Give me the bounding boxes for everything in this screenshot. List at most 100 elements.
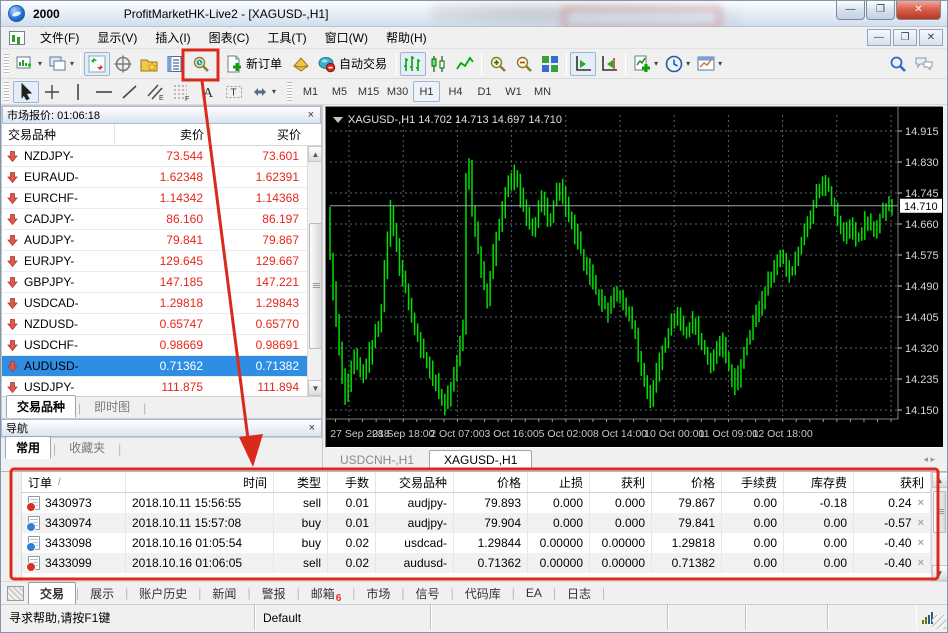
- order-row[interactable]: 3430974 2018.10.11 15:57:08 buy 0.01 audjpy-…: [22, 513, 931, 533]
- close-order-icon[interactable]: ×: [918, 497, 924, 509]
- column-bid[interactable]: 卖价: [115, 124, 211, 145]
- crosshair-button[interactable]: [39, 81, 65, 103]
- period-d1-button[interactable]: D1: [471, 81, 498, 102]
- chart-area[interactable]: 14.915 14.830 14.745 14.660 14.575 14.490 14.4…: [325, 106, 943, 448]
- search-button[interactable]: [885, 52, 911, 76]
- order-row[interactable]: 3433098 2018.10.16 01:05:54 buy 0.02 usdcad-…: [22, 533, 931, 553]
- orders-column-header[interactable]: 库存费: [784, 472, 854, 492]
- toolbar-gripper[interactable]: [4, 81, 9, 102]
- market-watch-row[interactable]: NZDJPY- 73.544 73.601: [2, 146, 307, 167]
- orders-column-header[interactable]: 手续费: [722, 472, 784, 492]
- market-watch-row[interactable]: GBPJPY- 147.185 147.221: [2, 272, 307, 293]
- market-watch-tab[interactable]: 交易品种: [6, 395, 77, 418]
- terminal-tab-EA[interactable]: EA: [515, 584, 553, 602]
- new-chart-button[interactable]: ▾: [13, 52, 45, 76]
- orders-column-header[interactable]: 价格: [652, 472, 722, 492]
- cursor-button[interactable]: [13, 80, 39, 103]
- close-order-icon[interactable]: ×: [918, 557, 924, 569]
- chevron-down-icon[interactable]: ▾: [38, 59, 42, 68]
- chart-bars-button[interactable]: [400, 51, 427, 76]
- tile-windows-button[interactable]: [537, 52, 563, 76]
- orders-column-header[interactable]: 价格: [454, 472, 528, 492]
- menu-item[interactable]: 帮助(H): [377, 26, 436, 49]
- chevron-down-icon[interactable]: ▾: [718, 59, 722, 68]
- templates-button[interactable]: ▾: [693, 52, 725, 76]
- orders-column-header[interactable]: 手数: [328, 472, 376, 492]
- terminal-tab-交易[interactable]: 交易: [28, 581, 77, 605]
- close-icon[interactable]: ×: [307, 421, 317, 435]
- navigator-tab[interactable]: 收藏夹: [58, 436, 116, 459]
- data-window-button[interactable]: [110, 52, 136, 76]
- periods-button[interactable]: ▾: [661, 52, 693, 76]
- orders-column-header[interactable]: 获利: [854, 472, 931, 492]
- order-row[interactable]: 3433099 2018.10.16 01:06:05 sell 0.02 audusd…: [22, 553, 931, 573]
- menu-item[interactable]: 窗口(W): [316, 26, 377, 49]
- terminal-tab-新闻[interactable]: 新闻: [201, 583, 247, 604]
- market-watch-row[interactable]: EURJPY- 129.645 129.667: [2, 251, 307, 272]
- close-order-icon[interactable]: ×: [918, 537, 924, 549]
- scroll-down-icon[interactable]: ▼: [307, 380, 321, 396]
- order-row[interactable]: 3430973 2018.10.11 15:56:55 sell 0.01 audjpy…: [22, 493, 931, 513]
- menu-item[interactable]: 图表(C): [200, 26, 259, 49]
- market-watch-row[interactable]: CADJPY- 86.160 86.197: [2, 209, 307, 230]
- chart-tab[interactable]: USDCNH-,H1: [325, 450, 429, 470]
- scroll-thumb[interactable]: [308, 223, 321, 350]
- market-watch-row[interactable]: AUDJPY- 79.841 79.867: [2, 230, 307, 251]
- market-watch-row[interactable]: EURAUD- 1.62348 1.62391: [2, 167, 307, 188]
- terminal-tab-市场[interactable]: 市场: [355, 583, 401, 604]
- chevron-down-icon[interactable]: ▾: [654, 59, 658, 68]
- close-order-icon[interactable]: ×: [918, 517, 924, 529]
- vline-button[interactable]: [65, 81, 91, 103]
- fibonacci-button[interactable]: F: [169, 81, 195, 103]
- orders-column-header[interactable]: 订单 /: [22, 472, 126, 492]
- chevron-down-icon[interactable]: ▾: [686, 59, 690, 68]
- period-w1-button[interactable]: W1: [500, 81, 527, 102]
- chat-button[interactable]: [911, 52, 937, 76]
- terminal-tab-展示[interactable]: 展示: [79, 583, 125, 604]
- metaeditor-button[interactable]: [288, 52, 314, 76]
- child-close-button[interactable]: ✕: [919, 29, 943, 46]
- orders-column-header[interactable]: 时间: [126, 472, 274, 492]
- strategy-tester-button[interactable]: [188, 52, 214, 76]
- orders-column-header[interactable]: 获利: [590, 472, 652, 492]
- child-minimize-button[interactable]: —: [867, 29, 891, 46]
- period-m30-button[interactable]: M30: [384, 81, 411, 102]
- autotrading-button[interactable]: 自动交易: [314, 52, 393, 76]
- hline-button[interactable]: [91, 81, 117, 103]
- close-icon[interactable]: ×: [306, 108, 316, 122]
- terminal-scrollbar[interactable]: ▲ ▼: [931, 472, 947, 581]
- new-order-button[interactable]: 新订单: [221, 52, 288, 76]
- label-button[interactable]: T: [221, 81, 247, 103]
- chart-line-button[interactable]: [452, 52, 478, 76]
- navigator-tab[interactable]: 常用: [5, 436, 52, 459]
- terminal-tab-代码库[interactable]: 代码库: [454, 583, 512, 604]
- market-watch-row[interactable]: EURCHF- 1.14342 1.14368: [2, 188, 307, 209]
- chevron-down-icon[interactable]: ▾: [272, 87, 276, 96]
- zoom-out-button[interactable]: [511, 52, 537, 76]
- market-watch-row[interactable]: AUDUSD- 0.71362 0.71382: [2, 356, 307, 377]
- column-symbol[interactable]: 交易品种: [2, 124, 115, 145]
- profiles-button[interactable]: ▾: [45, 52, 77, 76]
- price-chart[interactable]: 14.915 14.830 14.745 14.660 14.575 14.490 14.4…: [326, 107, 943, 447]
- period-m15-button[interactable]: M15: [355, 81, 382, 102]
- period-mn-button[interactable]: MN: [529, 81, 556, 102]
- period-m1-button[interactable]: M1: [297, 81, 324, 102]
- market-watch-row[interactable]: NZDUSD- 0.65747 0.65770: [2, 314, 307, 335]
- resize-grip[interactable]: [932, 615, 946, 629]
- scroll-down-icon[interactable]: ▼: [931, 565, 947, 581]
- minimize-button[interactable]: —: [836, 1, 865, 20]
- scroll-up-icon[interactable]: ▲: [931, 472, 947, 488]
- menu-item[interactable]: 文件(F): [31, 26, 88, 49]
- terminal-dock-icon[interactable]: [7, 585, 24, 601]
- text-button[interactable]: A: [195, 81, 221, 103]
- toolbar-gripper[interactable]: [4, 53, 9, 74]
- toolbar-gripper[interactable]: [287, 81, 293, 102]
- close-button[interactable]: ✕: [896, 1, 941, 20]
- navigator-header[interactable]: 导航 ×: [1, 419, 322, 437]
- market-watch-row[interactable]: USDCHF- 0.98669 0.98691: [2, 335, 307, 356]
- orders-column-header[interactable]: 类型: [274, 472, 328, 492]
- market-watch-header[interactable]: 市场报价: 01:06:18 ×: [2, 106, 321, 124]
- chevron-down-icon[interactable]: ▾: [70, 59, 74, 68]
- trendline-button[interactable]: [117, 81, 143, 103]
- navigator-button[interactable]: [136, 52, 162, 76]
